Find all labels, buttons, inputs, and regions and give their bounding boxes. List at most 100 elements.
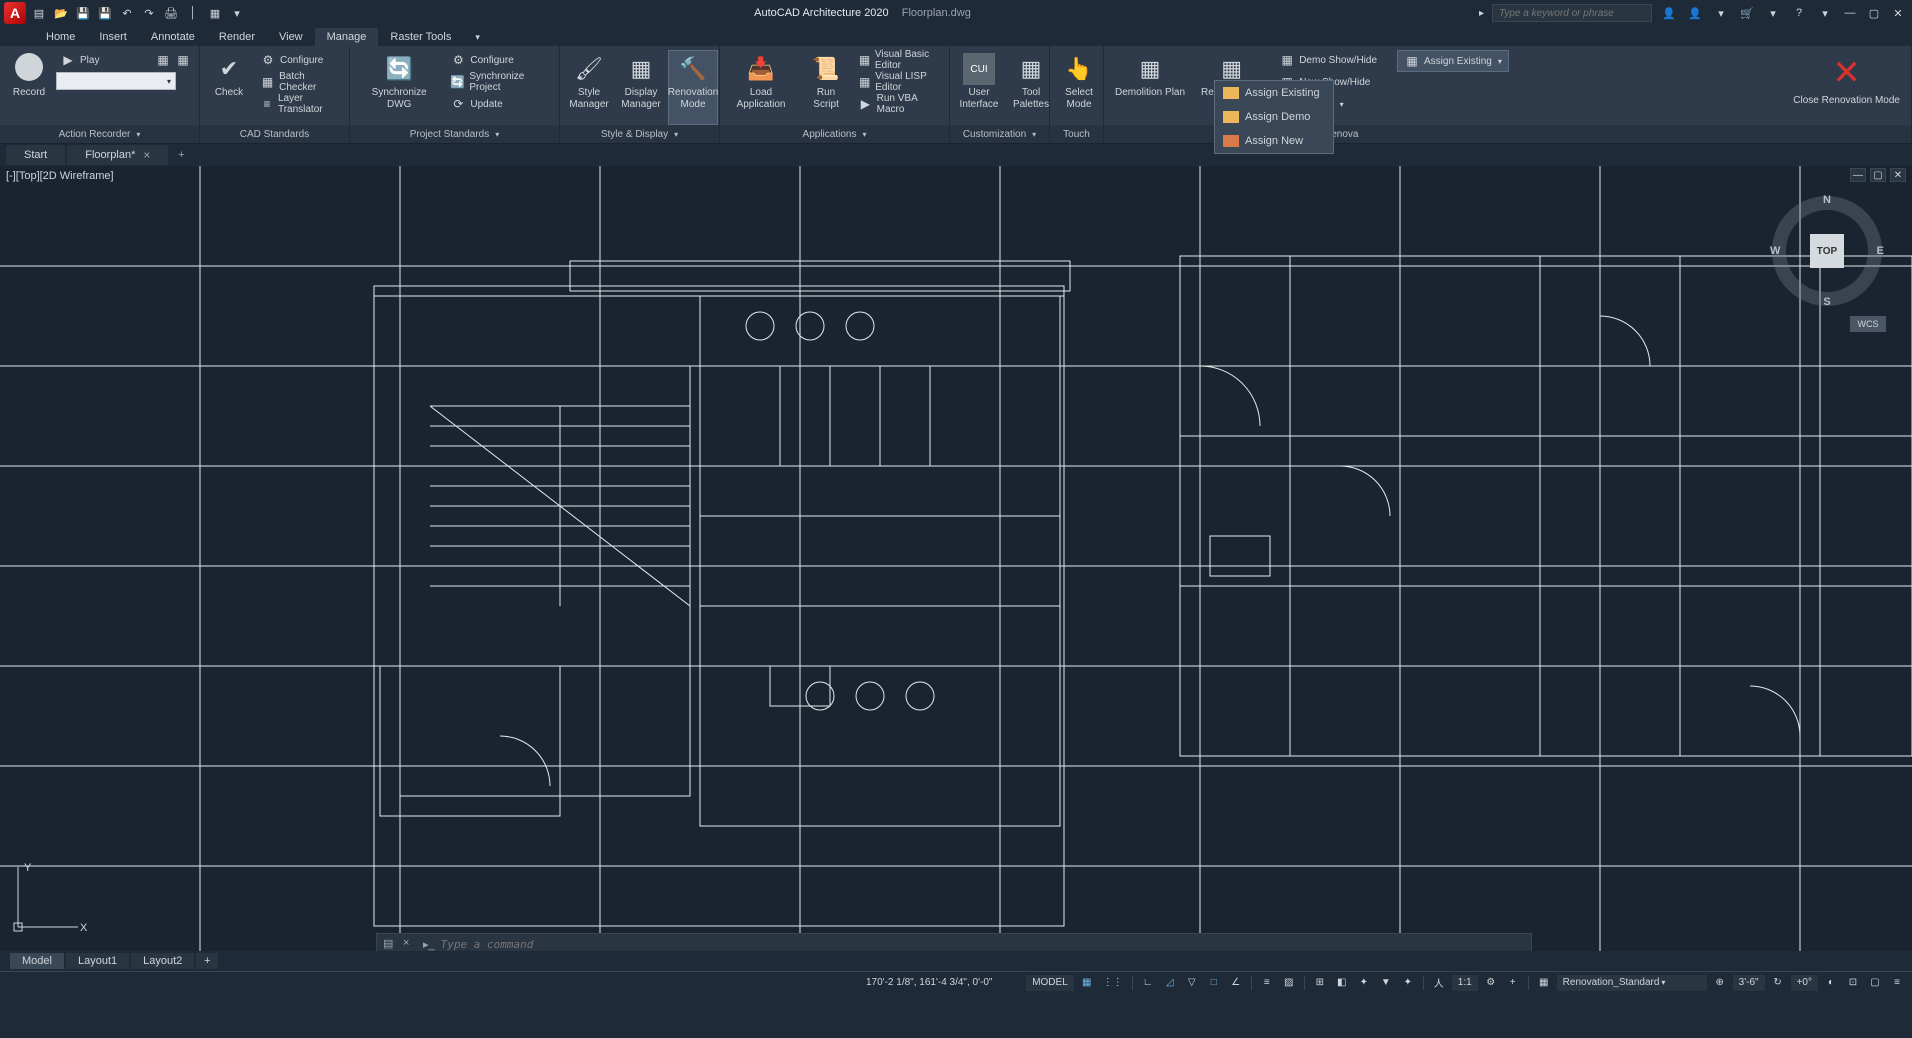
qat-save-icon[interactable]: 💾: [74, 4, 92, 22]
vba-button[interactable]: ▶Run VBA Macro: [854, 94, 945, 114]
rotation-icon[interactable]: ↻: [1769, 974, 1787, 992]
tab-rastertools[interactable]: Raster Tools: [378, 28, 463, 46]
isolate-toggle-icon[interactable]: ◐: [1822, 974, 1840, 992]
sync-project-button[interactable]: 🔄Synchronize Project: [446, 72, 555, 92]
configure-proj-button[interactable]: ⚙Configure: [446, 50, 555, 70]
appstore-icon[interactable]: ▾: [1764, 4, 1782, 22]
polar-toggle-icon[interactable]: ◿: [1161, 974, 1179, 992]
model-space-button[interactable]: MODEL: [1026, 975, 1074, 991]
viewcube-top[interactable]: TOP: [1810, 234, 1844, 268]
ortho-toggle-icon[interactable]: ∟: [1139, 974, 1157, 992]
cycling-toggle-icon[interactable]: ⊞: [1311, 974, 1329, 992]
layout-add-button[interactable]: +: [196, 953, 218, 969]
check-button[interactable]: ✔Check: [204, 50, 254, 125]
select-mode-button[interactable]: 👆Select Mode: [1054, 50, 1104, 125]
isoplane-toggle-icon[interactable]: ▽: [1183, 974, 1201, 992]
transparency-toggle-icon[interactable]: ▨: [1280, 974, 1298, 992]
user-interface-button[interactable]: CUIUser Interface: [954, 50, 1004, 125]
viewcube-w[interactable]: W: [1770, 245, 1780, 257]
quickprops-toggle-icon[interactable]: ▦: [1535, 974, 1553, 992]
tab-expand-icon[interactable]: ▾: [463, 29, 492, 46]
style-manager-button[interactable]: 🖌Style Manager: [564, 50, 614, 125]
macro-dropdown[interactable]: ▾: [56, 72, 176, 90]
grid-toggle-icon[interactable]: ▦: [1078, 974, 1096, 992]
close-renovation-button[interactable]: ✕Close Renovation Mode: [1786, 50, 1907, 125]
qat-open-icon[interactable]: 📂: [52, 4, 70, 22]
assign-existing-dropdown[interactable]: ▦Assign Existing▾: [1397, 50, 1509, 72]
doctab-add-button[interactable]: +: [170, 145, 192, 165]
window-minimize-icon[interactable]: —: [1842, 5, 1858, 21]
qat-print-icon[interactable]: 🖨: [162, 4, 180, 22]
renovation-mode-button[interactable]: 🔨Renovation Mode: [668, 50, 718, 125]
3dosnap-toggle-icon[interactable]: ◧: [1333, 974, 1351, 992]
qat-new-icon[interactable]: ▤: [30, 4, 48, 22]
layout-model[interactable]: Model: [10, 953, 64, 969]
cleanscreen-icon[interactable]: ▢: [1866, 974, 1884, 992]
viewcube-s[interactable]: S: [1823, 296, 1830, 308]
user-icon[interactable]: 👤: [1686, 4, 1704, 22]
rotation-readout[interactable]: +0°: [1791, 975, 1818, 991]
units-toggle-icon[interactable]: ⊕: [1711, 974, 1729, 992]
search-input[interactable]: [1492, 4, 1652, 22]
preview-icon[interactable]: ▦: [155, 52, 171, 68]
autodesk-icon[interactable]: ▾: [1712, 4, 1730, 22]
doctab-floorplan[interactable]: Floorplan*×: [67, 145, 168, 165]
signin-icon[interactable]: 👤: [1660, 4, 1678, 22]
customize-status-icon[interactable]: ≡: [1888, 974, 1906, 992]
osnap-toggle-icon[interactable]: □: [1205, 974, 1223, 992]
lineweight-toggle-icon[interactable]: ≡: [1258, 974, 1276, 992]
layer-translator-button[interactable]: ≡Layer Translator: [256, 94, 345, 114]
tab-view[interactable]: View: [267, 28, 315, 46]
help-icon[interactable]: ?: [1790, 4, 1808, 22]
vbe-button[interactable]: ▦Visual Basic Editor: [854, 50, 945, 70]
annotation-monitor-icon[interactable]: +: [1504, 974, 1522, 992]
qat-more-icon[interactable]: ▾: [228, 4, 246, 22]
tab-home[interactable]: Home: [34, 28, 87, 46]
tab-annotate[interactable]: Annotate: [139, 28, 207, 46]
qat-share-icon[interactable]: ▦: [206, 4, 224, 22]
filter-toggle-icon[interactable]: ▼: [1377, 974, 1395, 992]
sync-dwg-button[interactable]: 🔄Synchronize DWG: [354, 50, 444, 125]
qat-undo-icon[interactable]: ↶: [118, 4, 136, 22]
doctab-close-icon[interactable]: ×: [143, 148, 150, 162]
window-close-icon[interactable]: ✕: [1890, 5, 1906, 21]
qat-saveas-icon[interactable]: 💾: [96, 4, 114, 22]
annoscale-icon[interactable]: 人: [1430, 974, 1448, 992]
viewcube-n[interactable]: N: [1823, 194, 1831, 206]
hardware-accel-icon[interactable]: ⊡: [1844, 974, 1862, 992]
group-label[interactable]: Action Recorder▾: [0, 125, 199, 143]
group-label[interactable]: Style & Display▾: [560, 125, 719, 143]
record-button[interactable]: Record: [4, 50, 54, 125]
renovation-standard-dropdown[interactable]: Renovation_Standard▾: [1557, 975, 1707, 991]
configure-button[interactable]: ⚙Configure: [256, 50, 345, 70]
assign-new-item[interactable]: Assign New: [1215, 129, 1333, 153]
dynamicucs-toggle-icon[interactable]: ✦: [1355, 974, 1373, 992]
wcs-badge[interactable]: WCS: [1850, 316, 1886, 332]
tool-palettes-button[interactable]: ▦Tool Palettes: [1006, 50, 1056, 125]
demo-showhide-button[interactable]: ▦Demo Show/Hide: [1275, 50, 1381, 70]
assign-demo-item[interactable]: Assign Demo: [1215, 105, 1333, 129]
assign-existing-item[interactable]: Assign Existing: [1215, 81, 1333, 105]
elevation-readout[interactable]: 3'-6": [1733, 975, 1765, 991]
command-input[interactable]: [441, 938, 1525, 951]
annotation-scale[interactable]: 1:1: [1452, 975, 1478, 991]
drawing-canvas[interactable]: [-][Top][2D Wireframe] — ▢ ✕: [0, 166, 1912, 971]
qat-redo-icon[interactable]: ↷: [140, 4, 158, 22]
group-label[interactable]: Applications▾: [720, 125, 949, 143]
workspace-gear-icon[interactable]: ⚙: [1482, 974, 1500, 992]
otrack-toggle-icon[interactable]: ∠: [1227, 974, 1245, 992]
viewcube-e[interactable]: E: [1877, 245, 1884, 257]
lisp-button[interactable]: ▦Visual LISP Editor: [854, 72, 945, 92]
help-dropdown-icon[interactable]: ▾: [1816, 4, 1834, 22]
layout-2[interactable]: Layout2: [131, 953, 194, 969]
batch-checker-button[interactable]: ▦Batch Checker: [256, 72, 345, 92]
cart-icon[interactable]: 🛒: [1738, 4, 1756, 22]
demolition-plan-button[interactable]: ▦Demolition Plan: [1108, 50, 1192, 125]
play-button[interactable]: ▶Play ▦ ▦: [56, 50, 195, 70]
gizmo-toggle-icon[interactable]: ✦: [1399, 974, 1417, 992]
display-manager-button[interactable]: ▦Display Manager: [616, 50, 666, 125]
group-label[interactable]: Project Standards▾: [350, 125, 559, 143]
cmdline-close-icon[interactable]: ×: [403, 937, 417, 951]
load-app-button[interactable]: 📥Load Application: [724, 50, 798, 125]
group-label[interactable]: Customization▾: [950, 125, 1049, 143]
